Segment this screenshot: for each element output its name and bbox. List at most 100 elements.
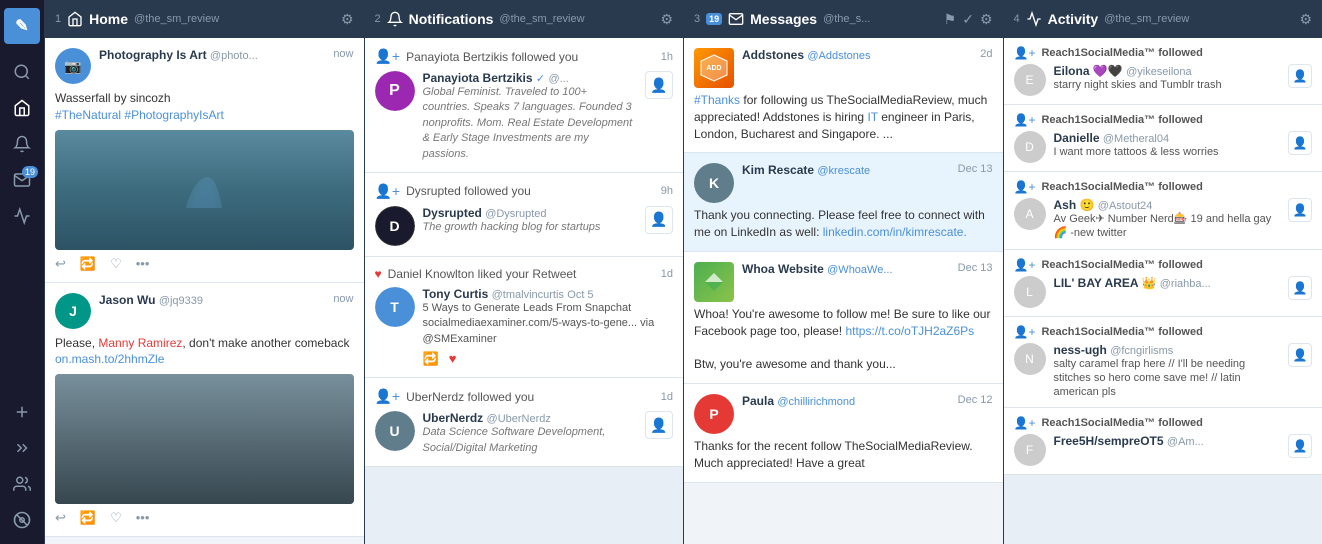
danielle-content: Danielle @Metheral04 I want more tattoos… — [1054, 131, 1281, 159]
notif-panayiota-body: P Panayiota Bertzikis ✓ @... Global Femi… — [375, 71, 674, 162]
activity-icon — [1026, 11, 1042, 27]
sidebar-item-home[interactable] — [4, 92, 40, 124]
msg-addstones-meta: Addstones @Addstones — [742, 48, 972, 62]
tweet-jason-image — [55, 374, 354, 504]
more-action[interactable]: ••• — [136, 256, 150, 272]
panayiota-follow-btn[interactable]: 👤 — [645, 71, 673, 99]
eilona-name-row: Eilona 💜🖤 @yikeseilona — [1054, 64, 1281, 78]
notif-daniel-header: ♥ Daniel Knowlton liked your Retweet 1d — [375, 267, 674, 281]
activity-account: @the_sm_review — [1104, 13, 1189, 25]
msg-flag-icon[interactable]: ⚑ — [944, 11, 957, 28]
activity-eilona-action-row: 👤+ Reach1SocialMedia™ followed — [1014, 46, 1313, 60]
msg-kim-meta: Kim Rescate @krescate — [742, 163, 950, 177]
activity-ness-body: N ness-ugh @fcngirlisms salty caramel fr… — [1014, 343, 1313, 400]
lil-content: LIL' BAY AREA 👑 @riahba... — [1054, 276, 1281, 290]
msg-whoa[interactable]: Whoa Website @WhoaWe... Dec 13 Whoa! You… — [684, 252, 1003, 384]
notif-ubernerdz-header: 👤+ UberNerdz followed you 1d — [375, 388, 674, 405]
activity-danielle-body: D Danielle @Metheral04 I want more tatto… — [1014, 131, 1313, 163]
dysrupted-follow-btn[interactable]: 👤 — [645, 206, 673, 234]
home-content: 📷 Photography Is Art @photo... now Wasse… — [45, 38, 364, 544]
notif-filter-icon[interactable]: ⚙ — [660, 11, 673, 28]
liked-heart-icon[interactable]: ♥ — [449, 351, 457, 367]
notifications-content: 👤+ Panayiota Bertzikis followed you 1h P… — [365, 38, 684, 544]
msg-paula[interactable]: P Paula @chillirichmond Dec 12 Thanks fo… — [684, 384, 1003, 483]
retweet-action[interactable]: 🔁 — [80, 256, 96, 272]
reply-action-2[interactable]: ↩ — [55, 510, 66, 526]
app-logo[interactable]: ✎ — [4, 8, 40, 44]
activity-ash: 👤+ Reach1SocialMedia™ followed A Ash 🙂 @… — [1004, 172, 1322, 250]
sidebar-item-notifications[interactable] — [4, 128, 40, 160]
notif-ubernerdz-avatar: U — [375, 411, 415, 451]
follow-icon-a5: 👤+ — [1014, 325, 1036, 339]
retweet-action-2[interactable]: 🔁 — [80, 510, 96, 526]
activity-lil: 👤+ Reach1SocialMedia™ followed L LIL' BA… — [1004, 250, 1322, 317]
msg-paula-name-row: Paula @chillirichmond — [742, 394, 950, 408]
lil-follow-btn[interactable]: 👤 — [1288, 276, 1312, 300]
notif-panayiota-content: Panayiota Bertzikis ✓ @... Global Femini… — [423, 71, 638, 162]
home-filter-icon[interactable]: ⚙ — [341, 11, 354, 28]
danielle-follow-btn[interactable]: 👤 — [1288, 131, 1312, 155]
sidebar-item-messages[interactable]: 19 — [4, 164, 40, 196]
more-action-2[interactable]: ••• — [136, 510, 150, 526]
reply-action[interactable]: ↩ — [55, 256, 66, 272]
follow-icon-a3: 👤+ — [1014, 180, 1036, 194]
activity-ash-action-row: 👤+ Reach1SocialMedia™ followed — [1014, 180, 1313, 194]
sidebar-item-activity[interactable] — [4, 200, 40, 232]
danielle-name-row: Danielle @Metheral04 — [1054, 131, 1281, 145]
msg-check-icon[interactable]: ✓ — [962, 11, 974, 28]
sidebar-item-compose[interactable] — [4, 396, 40, 428]
kim-avatar: K — [694, 163, 734, 203]
notif-panayiota-avatar: P — [375, 71, 415, 111]
activity-ness-action: Reach1SocialMedia™ followed — [1041, 326, 1202, 338]
like-action-2[interactable]: ♡ — [110, 510, 122, 526]
ash-name-row: Ash 🙂 @Astout24 — [1054, 198, 1281, 212]
tweet-jason-link[interactable]: on.mash.to/2hhmZle — [55, 352, 164, 366]
msg-paula-handle: @chillirichmond — [777, 396, 855, 408]
ash-follow-btn[interactable]: 👤 — [1288, 198, 1312, 222]
ash-avatar: A — [1014, 198, 1046, 230]
ubernerdz-follow-btn[interactable]: 👤 — [645, 411, 673, 439]
msg-kim-handle: @krescate — [817, 165, 870, 177]
messages-badge: 19 — [22, 166, 38, 178]
like-action[interactable]: ♡ — [110, 256, 122, 272]
ness-follow-btn[interactable]: 👤 — [1288, 343, 1312, 367]
msg-kim[interactable]: K Kim Rescate @krescate Dec 13 Thank you… — [684, 153, 1003, 252]
column-activity: 4 Activity @the_sm_review ⚙ 👤+ Reach1Soc… — [1003, 0, 1322, 544]
free5h-follow-btn[interactable]: 👤 — [1288, 434, 1312, 458]
ness-avatar: N — [1014, 343, 1046, 375]
free5h-content: Free5H/sempreOT5 @Am... — [1054, 434, 1281, 448]
notif-ubernerdz-action: UberNerdz followed you — [406, 390, 655, 404]
msg-addstones-handle: @Addstones — [807, 50, 870, 62]
column-notifications: 2 Notifications @the_sm_review ⚙ 👤+ Pana… — [364, 0, 684, 544]
notifications-header: 2 Notifications @the_sm_review ⚙ — [365, 0, 684, 38]
notif-panayiota-time: 1h — [661, 51, 673, 63]
sidebar-item-expand[interactable] — [4, 432, 40, 464]
notif-panayiota-handle: @... — [548, 73, 568, 85]
activity-free5h: 👤+ Reach1SocialMedia™ followed F Free5H/… — [1004, 408, 1322, 475]
activity-danielle-action-row: 👤+ Reach1SocialMedia™ followed — [1014, 113, 1313, 127]
notif-ubernerdz-name-row: UberNerdz @UberNerdz — [423, 411, 638, 425]
msg-filter-icon[interactable]: ⚙ — [980, 11, 993, 28]
retweet-icon[interactable]: 🔁 — [423, 351, 439, 367]
msg-whoa-sender: Whoa Website — [742, 262, 824, 276]
svg-text:ADD: ADD — [706, 65, 721, 72]
column-home: 1 Home @the_sm_review ⚙ 📷 Photography Is… — [44, 0, 364, 544]
msg-addstones[interactable]: ADD Addstones @Addstones 2d #Thanks for … — [684, 38, 1003, 153]
sidebar-item-search[interactable] — [4, 56, 40, 88]
msg-title: Messages — [750, 11, 817, 27]
activity-filter-icon[interactable]: ⚙ — [1299, 11, 1312, 28]
tweet-jason: J Jason Wu @jq9339 now Please, Manny Ram… — [45, 283, 364, 538]
tweet-photography-avatar: 📷 — [55, 48, 91, 84]
sidebar-item-users[interactable] — [4, 468, 40, 500]
notif-panayiota-header: 👤+ Panayiota Bertzikis followed you 1h — [375, 48, 674, 65]
addstones-avatar: ADD — [694, 48, 734, 88]
msg-addstones-sender: Addstones — [742, 48, 804, 62]
notif-dysrupted-name: Dysrupted @Dysrupted — [423, 206, 638, 220]
danielle-avatar: D — [1014, 131, 1046, 163]
free5h-name-row: Free5H/sempreOT5 @Am... — [1054, 434, 1281, 448]
notif-tony-text: 5 Ways to Generate Leads From Snapchat s… — [423, 301, 674, 347]
sidebar-item-settings[interactable] — [4, 504, 40, 536]
notif-dysrupted-bio: The growth hacking blog for startups — [423, 220, 638, 235]
msg-kim-text: Thank you connecting. Please feel free t… — [694, 207, 993, 241]
eilona-follow-btn[interactable]: 👤 — [1288, 64, 1312, 88]
